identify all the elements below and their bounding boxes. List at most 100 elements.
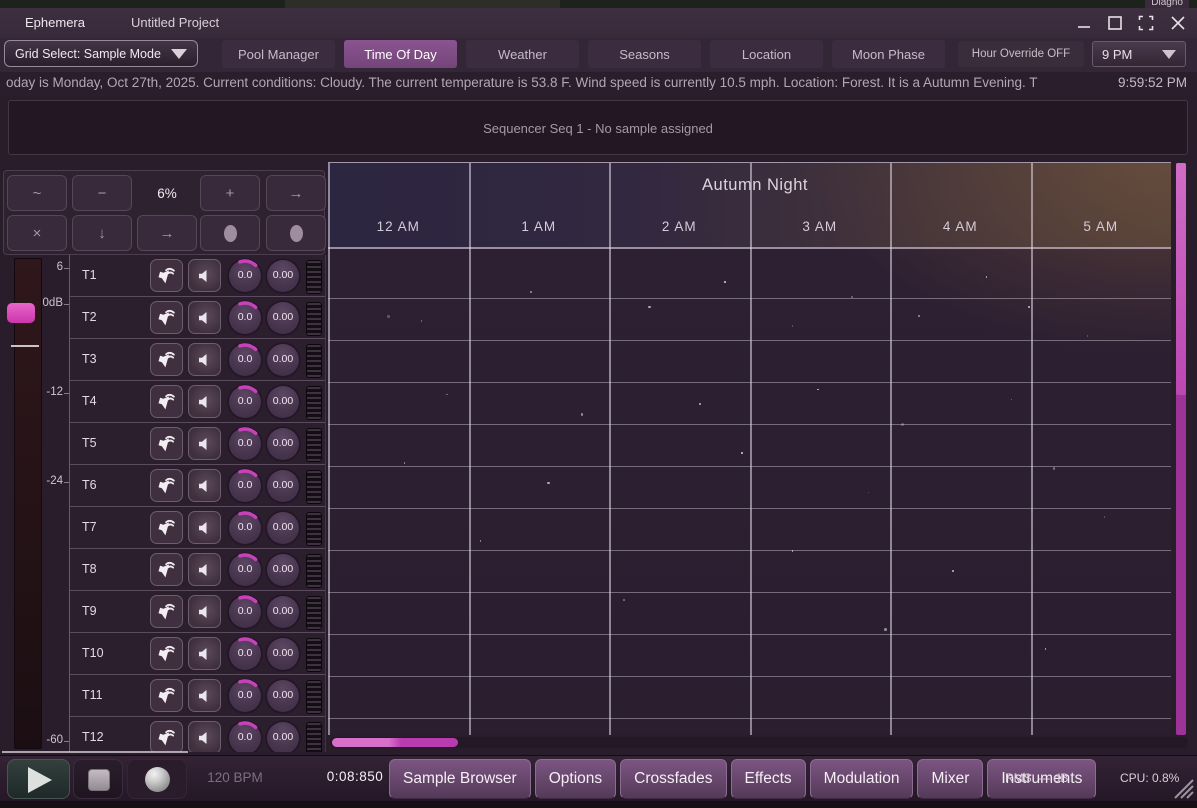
master-fader-handle[interactable] [7, 303, 35, 323]
panel-button-modulation[interactable]: Modulation [810, 759, 914, 799]
toolbar-zoom-in-button[interactable]: + [200, 175, 260, 211]
toolbar-close-button[interactable]: × [7, 215, 67, 251]
tab-seasons[interactable]: Seasons [588, 40, 701, 68]
vertical-scrollbar-thumb[interactable] [1176, 163, 1186, 395]
toolbar-arrow-right-button[interactable]: → [137, 215, 197, 251]
panel-button-options[interactable]: Options [535, 759, 616, 799]
tab-weather[interactable]: Weather [466, 40, 579, 68]
track-gain-knob[interactable]: 0.00 [265, 258, 301, 294]
track-audition-button[interactable] [150, 385, 183, 418]
track-gain-knob[interactable]: 0.00 [265, 384, 301, 420]
track-pan-knob[interactable]: 0.0 [227, 678, 263, 714]
track-name: T7 [82, 520, 97, 534]
track-gain-knob[interactable]: 0.00 [265, 552, 301, 588]
fullscreen-button[interactable] [1134, 14, 1158, 32]
toolbar-arrow-down-button[interactable]: ↓ [72, 215, 132, 251]
toolbar-wave-button[interactable]: ~ [7, 175, 67, 211]
track-mute-button[interactable] [188, 595, 221, 628]
tab-pool-manager[interactable]: Pool Manager [222, 40, 335, 68]
track-pan-knob[interactable]: 0.0 [227, 552, 263, 588]
horizontal-scrollbar[interactable] [330, 737, 1188, 748]
stop-button[interactable] [73, 759, 123, 799]
track-pan-knob[interactable]: 0.0 [227, 342, 263, 378]
arrow-right-icon: → [289, 185, 304, 202]
track-audition-button[interactable] [150, 301, 183, 334]
track-audition-button[interactable] [150, 721, 183, 752]
track-mute-button[interactable] [188, 553, 221, 586]
star-dot [952, 570, 955, 573]
hour-override-button[interactable]: Hour Override OFF [958, 41, 1084, 67]
track-audition-button[interactable] [150, 679, 183, 712]
track-pan-knob[interactable]: 0.0 [227, 594, 263, 630]
track-pan-knob[interactable]: 0.0 [227, 720, 263, 752]
track-mute-button[interactable] [188, 511, 221, 544]
star-dot [547, 482, 550, 485]
track-audition-button[interactable] [150, 595, 183, 628]
track-gain-knob[interactable]: 0.00 [265, 636, 301, 672]
panel-button-mixer[interactable]: Mixer [917, 759, 983, 799]
track-pan-knob[interactable]: 0.0 [227, 510, 263, 546]
track-gain-knob[interactable]: 0.00 [265, 510, 301, 546]
track-mute-button[interactable] [188, 469, 221, 502]
maximize-button[interactable] [1103, 14, 1127, 32]
grid-toolbar: 6% ~−+→×↓→ [3, 170, 325, 255]
track-gain-knob[interactable]: 0.00 [265, 468, 301, 504]
track-mute-button[interactable] [188, 301, 221, 334]
tab-moon-phase[interactable]: Moon Phase [832, 40, 945, 68]
toolbar-zoom-out-button[interactable]: − [72, 175, 132, 211]
resize-grip[interactable] [1169, 774, 1195, 800]
track-mute-button[interactable] [188, 721, 221, 752]
track-pan-knob[interactable]: 0.0 [227, 300, 263, 336]
grid-vline [890, 163, 892, 735]
track-gain-knob[interactable]: 0.00 [265, 342, 301, 378]
grid-hline [328, 550, 1171, 551]
track-pan-knob[interactable]: 0.0 [227, 468, 263, 504]
panel-button-sample-browser[interactable]: Sample Browser [389, 759, 531, 799]
toolbar-oval-button-1[interactable] [200, 215, 260, 251]
track-pan-knob[interactable]: 0.0 [227, 384, 263, 420]
tab-time-of-day[interactable]: Time Of Day [344, 40, 457, 68]
track-gain-knob[interactable]: 0.00 [265, 426, 301, 462]
track-pan-knob[interactable]: 0.0 [227, 258, 263, 294]
track-pan-knob[interactable]: 0.0 [227, 426, 263, 462]
track-mute-button[interactable] [188, 343, 221, 376]
titlebar[interactable]: Ephemera Untitled Project [0, 8, 1197, 38]
track-audition-button[interactable] [150, 427, 183, 460]
track-audition-button[interactable] [150, 637, 183, 670]
track-audition-button[interactable] [150, 511, 183, 544]
track-gain-knob[interactable]: 0.00 [265, 720, 301, 752]
track-gain-knob[interactable]: 0.00 [265, 678, 301, 714]
star-dot [404, 462, 406, 464]
master-fader-track[interactable] [14, 258, 42, 749]
toolbar-arrow-right-button[interactable]: → [266, 175, 326, 211]
track-audition-button[interactable] [150, 553, 183, 586]
track-mute-button[interactable] [188, 427, 221, 460]
play-button[interactable] [7, 759, 70, 799]
tab-location[interactable]: Location [710, 40, 823, 68]
track-mute-button[interactable] [188, 259, 221, 292]
track-pan-knob[interactable]: 0.0 [227, 636, 263, 672]
sequencer-banner-text: Sequencer Seq 1 - No sample assigned [9, 121, 1187, 136]
toolbar-oval-button-2[interactable] [266, 215, 326, 251]
close-button[interactable] [1166, 14, 1190, 32]
track-mute-button[interactable] [188, 385, 221, 418]
minimize-button[interactable] [1072, 14, 1096, 32]
play-icon [28, 767, 52, 793]
timeline-grid[interactable]: 12 AM1 AM2 AM3 AM4 AM5 AM Autumn Night [328, 162, 1171, 735]
track-row: T10.00.00 [70, 255, 326, 297]
hour-select-dropdown[interactable]: 9 PM [1092, 41, 1186, 67]
vertical-scrollbar[interactable] [1176, 163, 1186, 735]
track-gain-knob[interactable]: 0.00 [265, 300, 301, 336]
record-button[interactable] [127, 759, 187, 799]
track-gain-knob[interactable]: 0.00 [265, 594, 301, 630]
track-mute-button[interactable] [188, 637, 221, 670]
track-audition-button[interactable] [150, 469, 183, 502]
panel-button-crossfades[interactable]: Crossfades [620, 759, 726, 799]
grid-select-dropdown[interactable]: Grid Select: Sample Mode [4, 40, 198, 67]
track-mute-button[interactable] [188, 679, 221, 712]
pan-value: 0.0 [227, 647, 263, 659]
track-audition-button[interactable] [150, 259, 183, 292]
panel-button-effects[interactable]: Effects [731, 759, 806, 799]
track-audition-button[interactable] [150, 343, 183, 376]
horizontal-scrollbar-thumb[interactable] [332, 738, 458, 747]
